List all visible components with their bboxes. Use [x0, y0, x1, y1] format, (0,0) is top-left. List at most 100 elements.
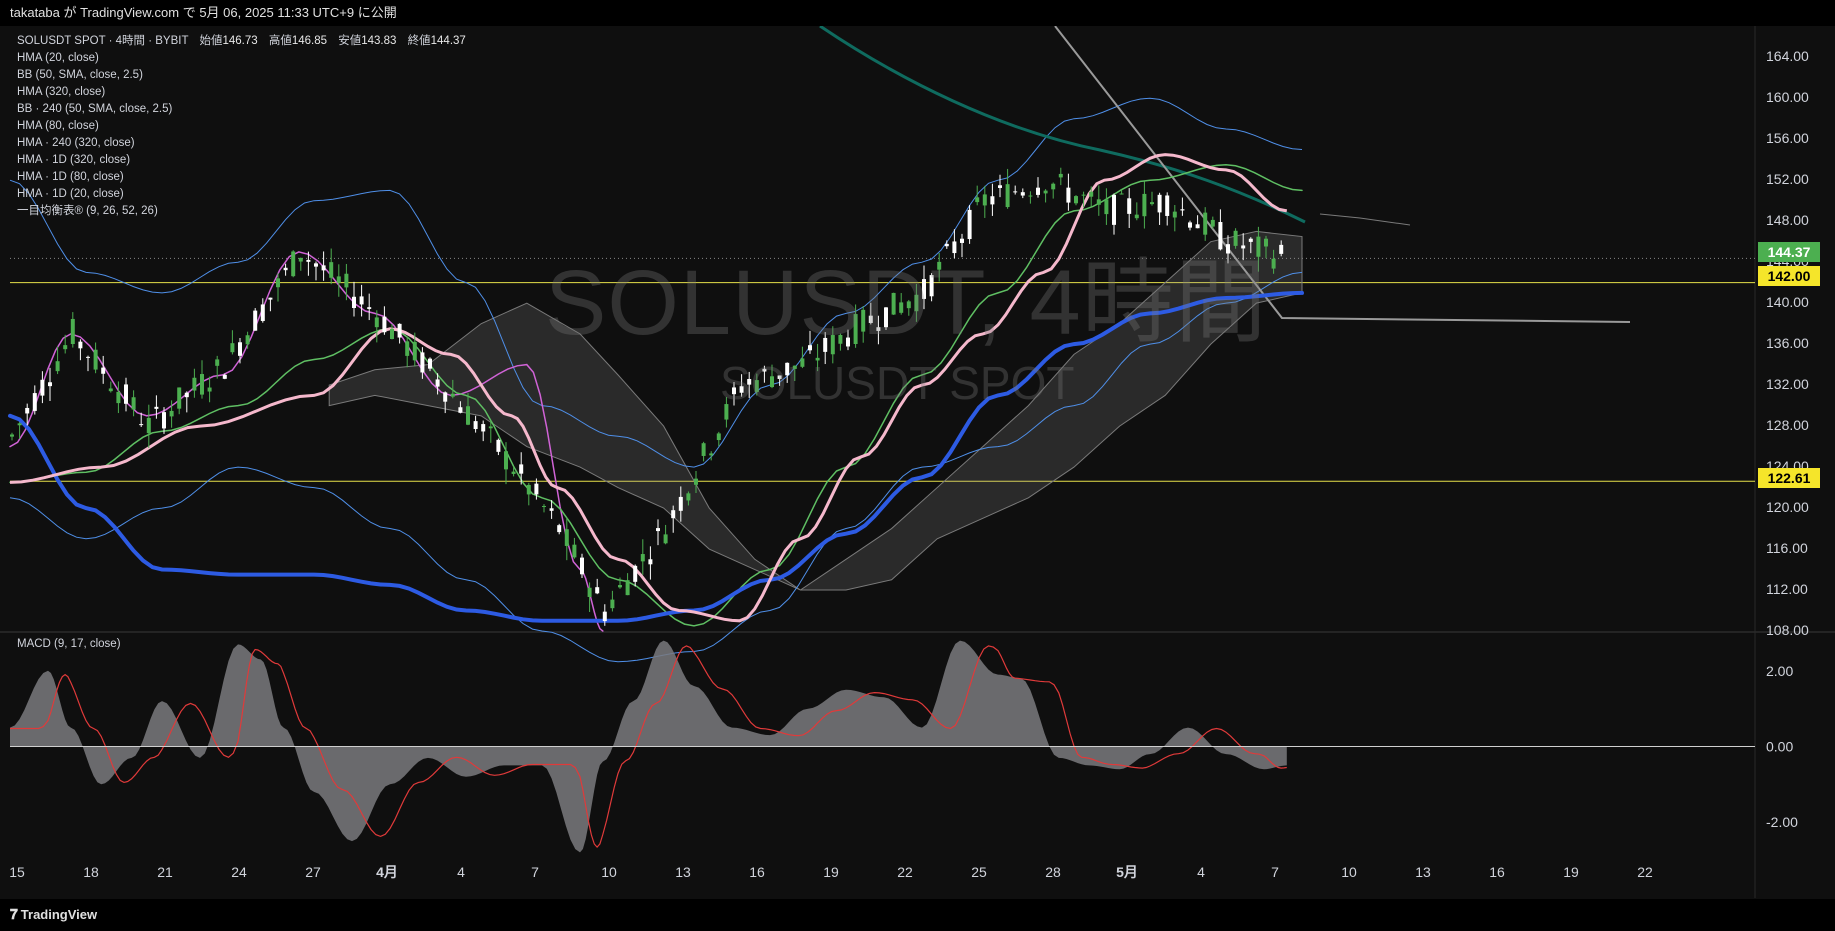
candle-body [367, 307, 372, 309]
candle-body [1104, 199, 1109, 215]
candle-body [656, 528, 660, 532]
symbol-line: SOLUSDT SPOT · 4時間 · BYBIT [17, 35, 189, 47]
macd-tick-label: 0.00 [1766, 739, 1793, 755]
price-tick-label: 148.00 [1766, 212, 1809, 228]
candle-body [177, 387, 182, 409]
indicator-row[interactable]: HMA · 1D (80, close) [17, 169, 466, 186]
tradingview-logo[interactable]: 𝟕 TradingView [10, 906, 97, 923]
candle-body [390, 328, 394, 339]
candle-body [32, 393, 37, 411]
close-value: 144.37 [430, 35, 466, 47]
candle-body [716, 433, 721, 441]
indicator-row[interactable]: BB · 240 (50, SMA, close, 2.5) [17, 101, 466, 118]
macd-tick-label: -2.00 [1766, 814, 1798, 830]
candle-body [420, 352, 425, 373]
candle-body [519, 464, 524, 474]
candle-body [602, 611, 607, 622]
candle-body [990, 196, 995, 205]
price-tick-label: 160.00 [1766, 89, 1809, 105]
candle-body [648, 559, 653, 565]
candle-body [557, 525, 562, 533]
candle-body [25, 407, 30, 414]
macd-tick-label: 2.00 [1766, 663, 1793, 679]
candle-body [124, 384, 128, 404]
tv-logo-icon: 𝟕 [10, 906, 18, 922]
time-tick-label: 16 [749, 864, 765, 880]
time-tick-label: 10 [1341, 864, 1357, 880]
indicator-row[interactable]: HMA (320, close) [17, 84, 466, 101]
candle-body [1081, 194, 1086, 196]
time-tick-label: 15 [9, 864, 25, 880]
candle-body [1165, 195, 1170, 216]
candle-body [192, 377, 197, 391]
candle-body [352, 296, 356, 308]
indicator-row[interactable]: HMA · 240 (320, close) [17, 135, 466, 152]
candle-body [405, 341, 410, 356]
time-tick-label: 28 [1045, 864, 1061, 880]
candle-body [640, 554, 645, 562]
candle-body [1142, 193, 1147, 217]
high-value: 146.85 [291, 35, 328, 47]
candle-body [253, 310, 258, 331]
candle-body [55, 361, 60, 372]
candle-body [686, 493, 691, 501]
candle-body [435, 379, 440, 387]
candle-body [1112, 194, 1116, 225]
indicator-row[interactable]: BB (50, SMA, close, 2.5) [17, 67, 466, 84]
candle-body [412, 341, 417, 361]
time-tick-label: 13 [1415, 864, 1431, 880]
macd-legend[interactable]: MACD (9, 17, close) [17, 638, 121, 650]
candle-body [1172, 211, 1177, 218]
indicator-row[interactable]: HMA (80, close) [17, 118, 466, 135]
candle-body [511, 471, 516, 474]
candle-body [694, 478, 698, 485]
low-label: 安値 [338, 35, 362, 47]
candle-body [48, 382, 52, 387]
candle-body [1279, 244, 1284, 254]
low-value: 143.83 [361, 35, 397, 47]
symbol-ohlc-line: SOLUSDT SPOT · 4時間 · BYBIT 始値146.73 高値14… [17, 33, 466, 50]
candle-body [549, 508, 554, 511]
candle-body [146, 417, 151, 434]
price-tick-label: 120.00 [1766, 499, 1809, 515]
price-tick-label: 108.00 [1766, 622, 1809, 638]
candle-body [1134, 214, 1139, 219]
candle-body [1271, 258, 1276, 269]
price-tick-label: 132.00 [1766, 376, 1809, 392]
indicator-row[interactable]: 一目均衡表® (9, 26, 52, 26) [17, 203, 466, 220]
candle-body [534, 483, 539, 495]
price-tick-label: 152.00 [1766, 171, 1809, 187]
candle-body [1074, 196, 1078, 204]
candle-body [428, 358, 432, 369]
candle-body [63, 345, 68, 350]
time-tick-label: 25 [971, 864, 987, 880]
candle-body [245, 335, 250, 345]
candle-body [443, 392, 448, 402]
time-tick-label: 13 [675, 864, 691, 880]
candle-body [374, 317, 379, 328]
symbol-watermark-sub: SOLUSDT SPOT [720, 357, 1075, 409]
candle-body [610, 599, 615, 609]
candle-body [458, 407, 463, 413]
candle-body [40, 379, 45, 396]
candle-body [276, 278, 280, 288]
candle-body [108, 388, 113, 392]
candle-body [1096, 199, 1101, 205]
candle-body [154, 406, 159, 409]
indicator-row[interactable]: HMA (20, close) [17, 50, 466, 67]
candle-body [1066, 187, 1071, 203]
indicator-row[interactable]: HMA · 1D (320, close) [17, 152, 466, 169]
candle-body [625, 580, 630, 596]
candle-body [701, 443, 706, 456]
candle-body [1028, 195, 1033, 197]
candle-body [1036, 187, 1040, 195]
price-tick-label: 116.00 [1766, 540, 1808, 556]
candle-body [1051, 183, 1056, 190]
candle-body [678, 496, 683, 511]
candle-body [450, 393, 455, 397]
candle-body [1210, 219, 1215, 227]
candle-body [709, 453, 714, 456]
indicator-row[interactable]: HMA · 1D (20, close) [17, 186, 466, 203]
candle-body [222, 374, 227, 379]
time-tick-label: 4 [457, 864, 465, 880]
